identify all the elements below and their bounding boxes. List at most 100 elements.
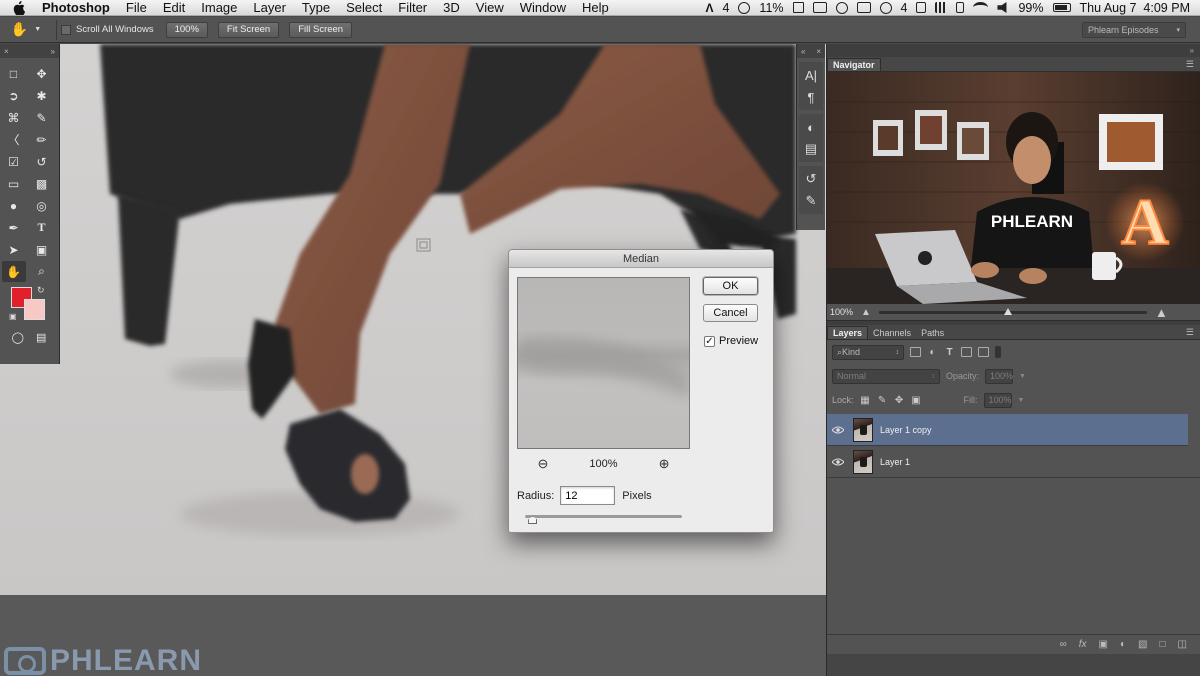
dialog-title[interactable]: Median xyxy=(509,250,773,268)
lock-image-icon[interactable]: ✎ xyxy=(877,395,888,406)
opacity-input[interactable]: 100% xyxy=(985,368,1013,384)
menu-type[interactable]: Type xyxy=(294,0,338,15)
menu-file[interactable]: File xyxy=(118,0,155,15)
zoom-in-mountain-icon[interactable]: ▲ xyxy=(1155,305,1168,320)
swap-colors-icon[interactable]: ↻ xyxy=(37,285,45,296)
fit-screen-button[interactable]: Fit Screen xyxy=(217,21,280,38)
navigator-preview[interactable]: A PHLEARN xyxy=(827,72,1200,304)
path-select-icon[interactable]: ➤ xyxy=(2,239,26,260)
delete-layer-icon[interactable]: ◫ xyxy=(1178,639,1187,650)
dodge-icon[interactable]: ◎ xyxy=(30,195,54,216)
history-brush-icon[interactable]: ↺ xyxy=(30,151,54,172)
panel-menu-icon[interactable]: ☰ xyxy=(1186,59,1194,70)
volume-icon[interactable] xyxy=(997,2,1007,13)
add-mask-icon[interactable]: ▣ xyxy=(1099,639,1108,650)
cancel-button[interactable]: Cancel xyxy=(703,304,758,322)
zoom-slider-knob[interactable] xyxy=(1003,307,1012,315)
filter-smart-object-icon[interactable] xyxy=(978,347,989,357)
layer-thumbnail[interactable] xyxy=(853,449,873,474)
adjustments-panel-icon[interactable]: ◐ xyxy=(799,116,823,138)
quick-mask-icon[interactable]: ◯ xyxy=(6,327,30,348)
gradient-icon[interactable]: ▩ xyxy=(30,173,54,194)
zoom-icon[interactable]: ⌕ xyxy=(30,261,54,282)
blend-mode-select[interactable]: Normal ↕ xyxy=(832,368,940,384)
tool-preset-picker[interactable]: ✋ ▼ xyxy=(0,19,52,41)
panel-menu-icon[interactable]: ☰ xyxy=(1186,327,1194,338)
fill-input[interactable]: 100% xyxy=(983,392,1012,408)
menu-window[interactable]: Window xyxy=(512,0,574,15)
zoom-100-button[interactable]: 100% xyxy=(165,21,208,38)
healing-brush-icon[interactable]: 〈 xyxy=(2,129,26,150)
marquee-icon[interactable]: □ xyxy=(2,63,26,84)
filter-type-icon[interactable]: T xyxy=(944,347,955,358)
battery-icon[interactable] xyxy=(1052,3,1071,12)
filter-adjustment-icon[interactable]: ◐ xyxy=(927,347,938,358)
close-icon[interactable]: × xyxy=(4,47,9,56)
preview-checkbox-row[interactable]: ✓ Preview xyxy=(704,335,758,347)
crop-icon[interactable]: ⌘ xyxy=(2,107,26,128)
layer-row[interactable]: Layer 1 xyxy=(827,446,1200,478)
sync-icon[interactable] xyxy=(835,1,848,14)
character-panel-icon[interactable]: A| xyxy=(799,64,823,86)
tab-paths[interactable]: Paths xyxy=(916,326,949,339)
zoom-out-mountain-icon[interactable]: ▲ xyxy=(861,307,871,318)
lock-position-icon[interactable]: ✥ xyxy=(894,395,905,406)
apple-menu-icon[interactable] xyxy=(12,0,26,15)
link-layers-icon[interactable]: ∞ xyxy=(1060,639,1067,650)
adjustment-layer-icon[interactable]: ◐ xyxy=(1120,639,1126,650)
pen-icon[interactable]: ✒ xyxy=(2,217,26,238)
filter-preview[interactable] xyxy=(517,277,690,449)
blur-icon[interactable]: ● xyxy=(2,195,26,216)
default-colors-icon[interactable]: ▣ xyxy=(9,312,17,321)
adobe-icon[interactable]: Λ xyxy=(705,1,713,15)
tab-layers[interactable]: Layers xyxy=(827,326,869,339)
evernote-icon[interactable] xyxy=(916,2,927,13)
close-icon[interactable]: × xyxy=(816,47,821,56)
collapse-icon[interactable]: » xyxy=(1190,46,1194,55)
zoom-in-icon[interactable]: ⊕ xyxy=(659,456,670,472)
lock-all-icon[interactable]: ▣ xyxy=(911,395,922,406)
display-icon[interactable] xyxy=(812,2,827,13)
menu-edit[interactable]: Edit xyxy=(155,0,193,15)
history-panel-icon[interactable]: ↺ xyxy=(799,168,823,190)
signal-icon[interactable] xyxy=(935,2,948,13)
menu-image[interactable]: Image xyxy=(193,0,245,15)
new-layer-icon[interactable]: □ xyxy=(1160,639,1166,650)
layer-name[interactable]: Layer 1 xyxy=(880,457,910,467)
type-icon[interactable]: T xyxy=(30,217,54,238)
menu-layer[interactable]: Layer xyxy=(245,0,294,15)
layer-row[interactable]: Layer 1 copy xyxy=(827,414,1188,446)
filter-shape-icon[interactable] xyxy=(961,347,972,357)
layer-style-icon[interactable]: fx xyxy=(1079,639,1087,650)
background-color-swatch[interactable] xyxy=(24,299,45,320)
eyedropper-icon[interactable]: ✎ xyxy=(30,107,54,128)
menu-help[interactable]: Help xyxy=(574,0,617,15)
eraser-icon[interactable]: ▭ xyxy=(2,173,26,194)
preview-checkbox[interactable]: ✓ xyxy=(704,335,715,347)
fill-dropdown-icon[interactable]: ▼ xyxy=(1018,397,1025,404)
filter-kind-select[interactable]: ⌕Kind ↕ xyxy=(832,344,904,360)
creative-cloud-icon[interactable] xyxy=(879,1,892,14)
move-icon[interactable]: ✥ xyxy=(30,63,54,84)
layer-thumbnail[interactable] xyxy=(853,417,873,442)
opacity-dropdown-icon[interactable]: ▼ xyxy=(1019,373,1026,380)
bluetooth-icon[interactable] xyxy=(956,2,965,13)
navigator-zoom-slider[interactable] xyxy=(878,307,1147,315)
properties-panel-icon[interactable]: ▤ xyxy=(799,138,823,160)
menu-3d[interactable]: 3D xyxy=(435,0,468,15)
brush-panel-icon[interactable]: ✎ xyxy=(799,190,823,212)
new-group-icon[interactable]: ▧ xyxy=(1138,639,1147,650)
menu-view[interactable]: View xyxy=(468,0,512,15)
navigator-zoom-value[interactable]: 100% xyxy=(830,307,853,317)
zoom-out-icon[interactable]: ⊖ xyxy=(538,456,549,472)
camera-icon[interactable] xyxy=(856,2,871,13)
wifi-icon[interactable] xyxy=(973,2,989,13)
stamp-icon[interactable]: ☑ xyxy=(2,151,26,172)
paragraph-panel-icon[interactable]: ¶ xyxy=(799,86,823,108)
radius-input[interactable] xyxy=(560,486,616,505)
brush-icon[interactable]: ✏ xyxy=(30,129,54,150)
tab-channels[interactable]: Channels xyxy=(868,326,916,339)
activity-icon[interactable] xyxy=(738,1,751,14)
ok-button[interactable]: OK xyxy=(703,277,758,295)
filter-pixel-icon[interactable] xyxy=(910,347,921,357)
